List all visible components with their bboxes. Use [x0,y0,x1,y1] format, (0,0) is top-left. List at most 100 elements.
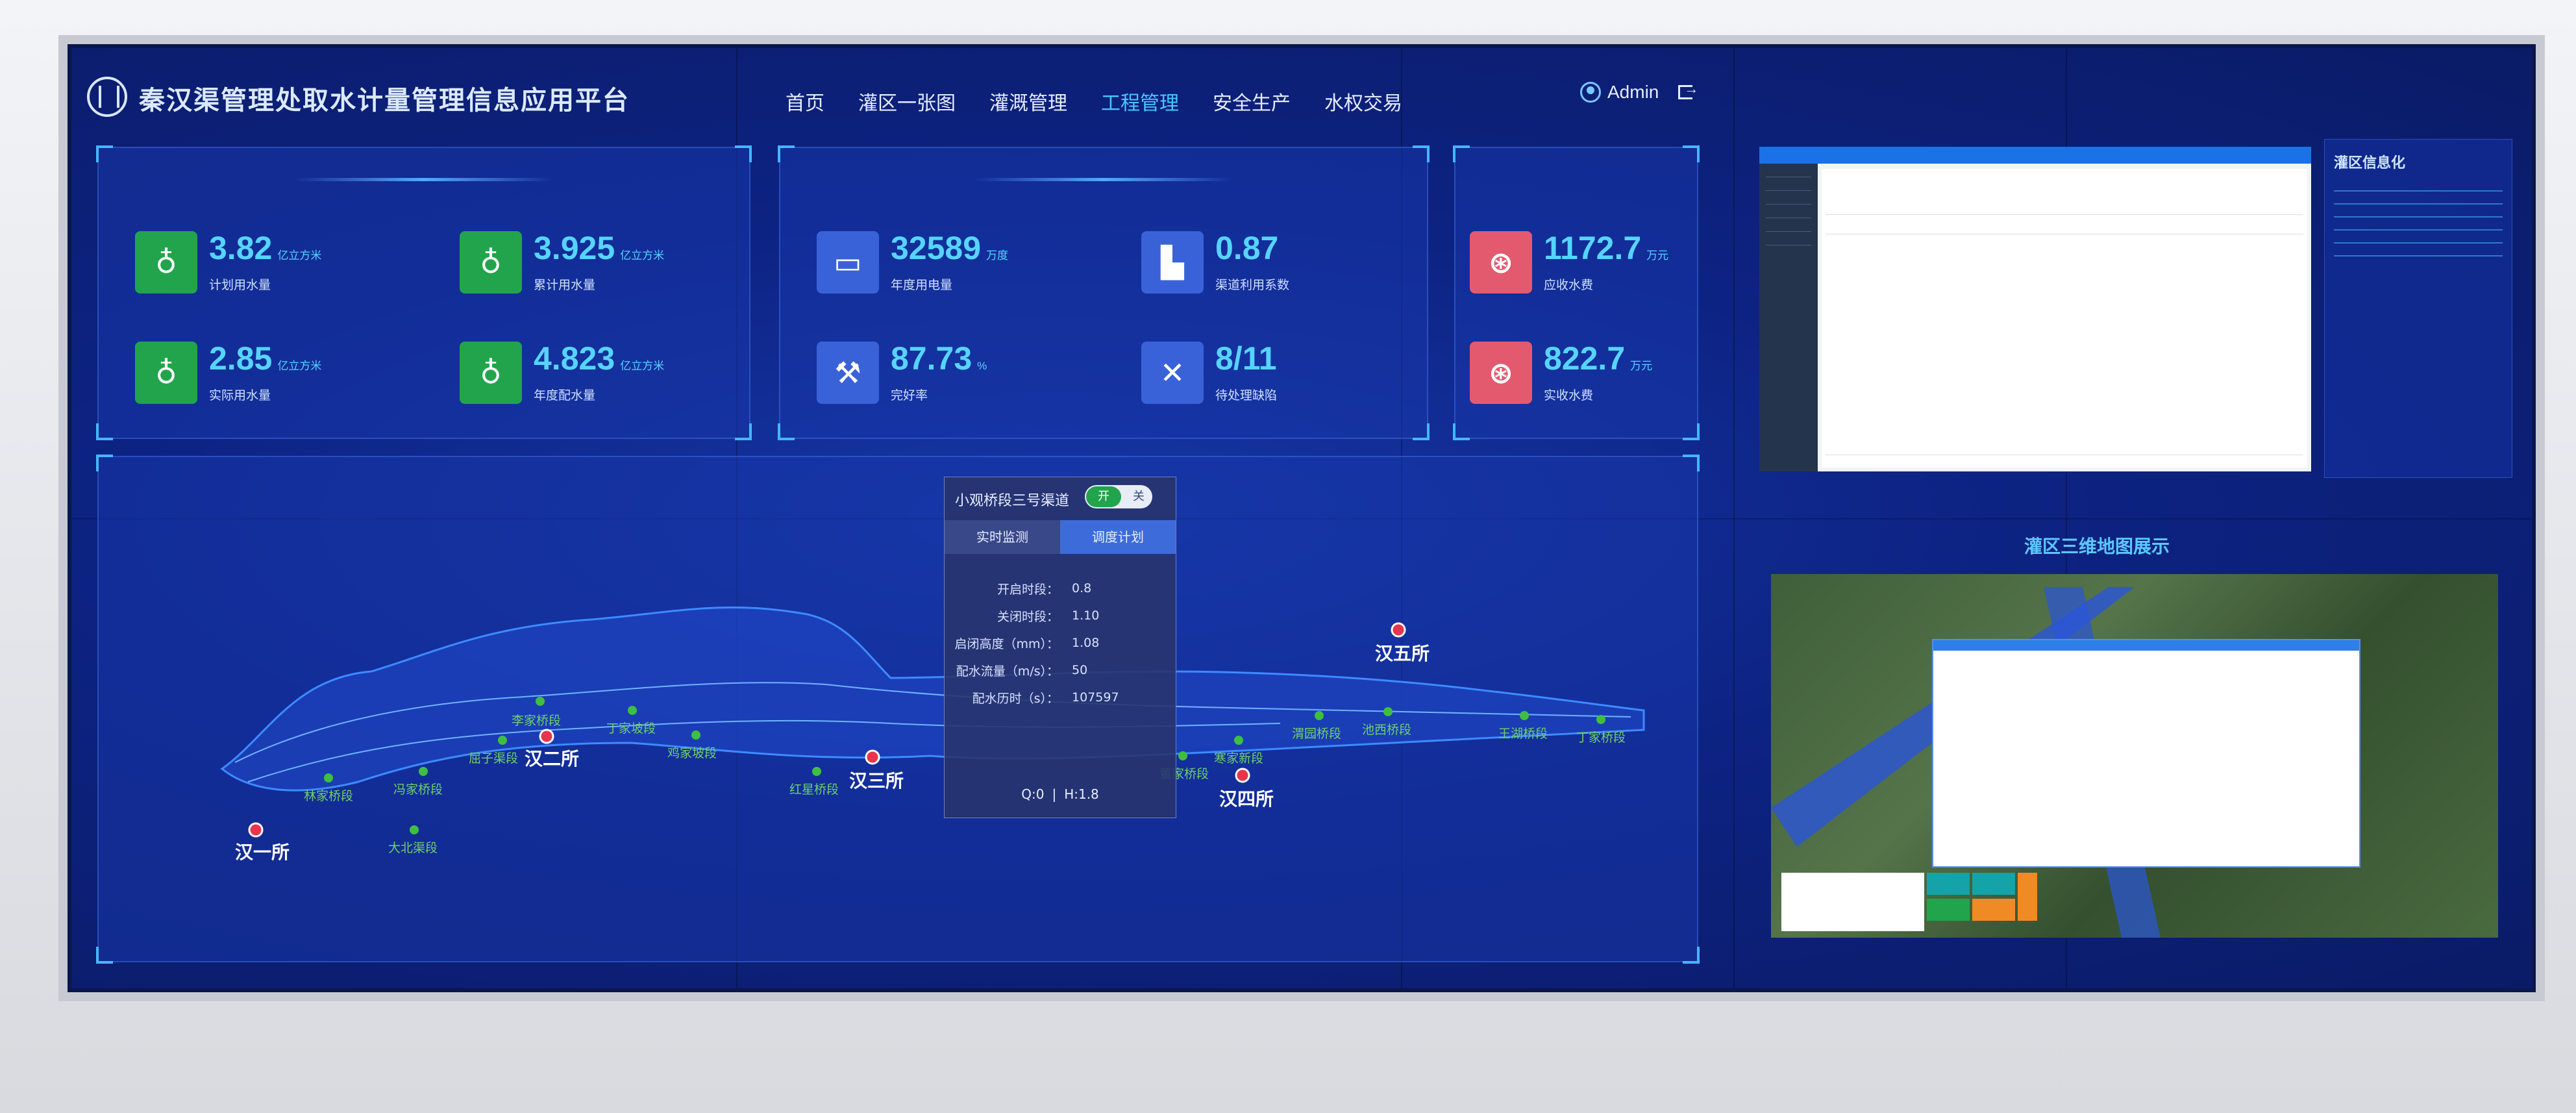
stat-value: 1172.7 [1544,230,1642,266]
section-pin[interactable] [691,731,700,740]
stat-value: 87.73 [891,340,972,377]
section-pin[interactable] [628,706,637,715]
section-pin[interactable] [498,736,507,745]
main-nav: 首页 灌区一张图 灌溉管理 工程管理 安全生产 水权交易 [786,87,1402,116]
popup-row: 关闭时段： 1.10 [945,602,1176,629]
stat-unit: 亿立方米 [620,360,665,372]
channel-popup: 小观桥段三号渠道 开 关 实时监测 调度计划 开启时段： 0.8 关闭时段： 1.1… [944,477,1176,818]
section-pin[interactable] [1520,711,1529,720]
stat-collected-fee: ⊛ 822.7 万元 实收水费 [1470,342,1652,404]
canal-map: 汉一所 汉二所 汉三所 汉四所 汉五所 李家桥段 丁家坡段 屈子渠段 鸡家坡段 … [220,606,1645,862]
stat-value: 8/11 [1215,340,1277,377]
stat-value: 3.925 [534,230,615,266]
stat-label: 待处理缺陷 [1215,388,1278,403]
money-icon: ⊛ [1470,231,1532,294]
station-marker[interactable] [248,822,264,838]
popup-footer: Q:0 | H:1.8 [945,786,1176,802]
section-pin[interactable] [1596,715,1605,724]
stat-pending-defects: ✕ 8/11 待处理缺陷 [1141,342,1282,404]
stat-unit: % [977,360,987,372]
section-label: 屈子渠段 [469,751,518,766]
stat-unit: 万元 [1646,249,1669,262]
section-label: 冯家桥段 [393,782,443,797]
map3d-view[interactable] [1771,574,2498,938]
popup-row: 启闭高度（mm）： 1.08 [945,629,1176,657]
browser-topbar [1759,147,2311,164]
stat-actual-water: ♁ 2.85 亿立方米 实际用水量 [135,342,321,404]
section-pin[interactable] [410,825,419,834]
map-dialog[interactable] [1932,639,2360,868]
user-menu[interactable]: Admin [1580,81,1698,103]
station-label: 汉三所 [849,771,904,791]
username: Admin [1607,82,1659,102]
mini-card [1927,873,1970,895]
stat-label: 实际用水量 [209,388,271,403]
user-icon [1580,82,1601,103]
info-title: 灌区信息化 [2334,155,2406,171]
section-pin[interactable] [1178,751,1187,760]
popup-row: 配水流量（m/s）： 50 [945,657,1176,684]
station-label: 汉四所 [1219,789,1274,809]
stat-receivable-fee: ⊛ 1172.7 万元 应收水费 [1470,231,1668,294]
section-pin[interactable] [1315,711,1324,720]
toggle-on-label: 开 [1086,486,1121,507]
stat-unit: 亿立方米 [277,249,322,262]
nav-safety-production[interactable]: 安全生产 [1213,87,1291,116]
section-label: 红星桥段 [789,782,839,797]
station-marker[interactable] [539,729,554,744]
nav-water-rights-trading[interactable]: 水权交易 [1324,87,1402,116]
display-screen: 秦汉渠管理处取水计量管理信息应用平台 首页 灌区一张图 灌溉管理 工程管理 安全… [68,44,2536,992]
tab-realtime-monitoring[interactable]: 实时监测 [945,520,1060,554]
wrench-icon: ⚒ [817,342,879,404]
nav-home[interactable]: 首页 [786,87,824,116]
section-pin[interactable] [419,767,428,776]
station-marker[interactable] [1391,622,1406,638]
nav-engineering-management[interactable]: 工程管理 [1101,87,1179,116]
stat-unit: 亿立方米 [620,249,665,262]
stat-cumulative-water: ♁ 3.925 亿立方米累计用水量 [460,231,664,294]
browser-sidebar [1759,164,1818,471]
stat-unit: 万度 [986,249,1009,262]
station-label: 汉五所 [1375,644,1430,664]
browser-content [1822,169,2307,468]
section-pin[interactable] [536,697,545,706]
section-label: 林家桥段 [304,789,353,803]
fee-stats-panel: ⊛ 1172.7 万元 应收水费 ⊛ 822.7 万元 实收水费 [1453,145,1700,440]
gate-toggle[interactable]: 开 关 [1085,485,1152,508]
stat-annual-allocation: ♁ 4.823 亿立方米 年度配水量 [460,342,664,404]
logout-icon[interactable] [1678,81,1698,99]
money-icon: ⊛ [1470,342,1532,404]
nav-irrigation-map[interactable]: 灌区一张图 [858,87,956,116]
row-label: 关闭时段： [997,609,1059,624]
nav-irrigation-management[interactable]: 灌溉管理 [989,87,1067,116]
stat-label: 累计用水量 [534,278,596,292]
stat-value: 0.87 [1215,230,1279,266]
row-label: 开启时段： [997,582,1059,597]
section-pin[interactable] [324,773,333,782]
section-pin[interactable] [1383,707,1393,716]
station-marker[interactable] [1235,768,1250,783]
section-label: 大北渠段 [388,841,438,855]
mini-card [2018,873,2037,921]
popup-rows: 开启时段： 0.8 关闭时段： 1.10 启闭高度（mm）： 1.08 配水流量（m/… [945,575,1176,711]
mini-stats-card [1781,873,1924,931]
water-drop-icon: ♁ [460,231,522,294]
tab-dispatch-plan[interactable]: 调度计划 [1060,520,1176,554]
section-pin[interactable] [812,767,821,776]
factory-icon: ▙ [1141,231,1204,294]
stat-label: 完好率 [891,388,928,403]
stat-unit: 亿立方米 [277,360,322,372]
top-header: 秦汉渠管理处取水计量管理信息应用平台 首页 灌区一张图 灌溉管理 工程管理 安全… [71,48,1733,145]
stat-label: 实收水费 [1544,388,1594,403]
section-label: 丁家桥段 [1576,731,1626,745]
stat-label: 年度用电量 [891,278,953,292]
station-marker[interactable] [865,749,880,765]
logo-icon [87,77,127,117]
battery-icon: ▭ [817,231,879,294]
mini-card [1927,899,1970,921]
row-label: 配水历时（s）： [972,691,1059,706]
embedded-web-screen[interactable] [1759,147,2311,471]
stat-planned-water: ♁ 3.82 亿立方米 计划用水量 [135,231,321,294]
section-pin[interactable] [1234,736,1243,745]
stat-unit: 万元 [1630,360,1653,372]
